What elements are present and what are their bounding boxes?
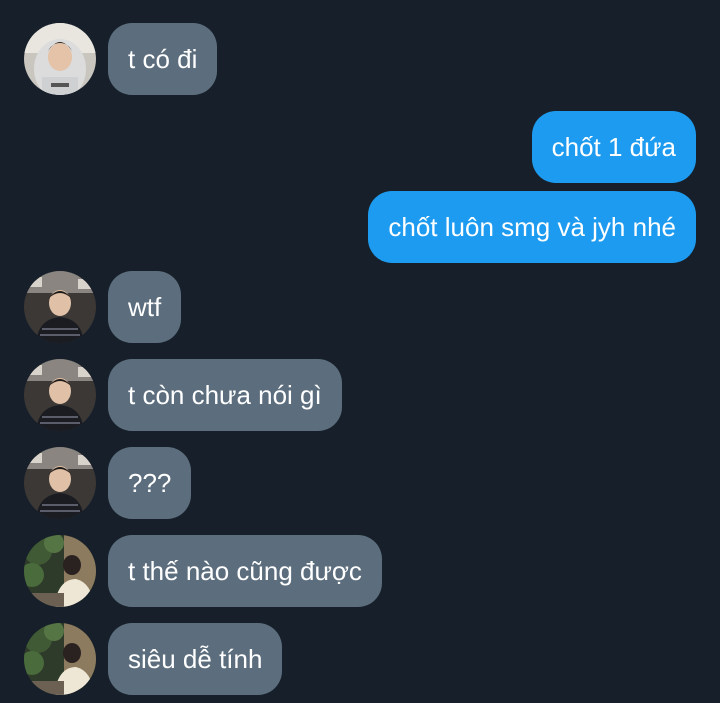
incoming-message-bubble[interactable]: ??? — [108, 447, 192, 519]
incoming-message-bubble[interactable]: wtf — [108, 271, 182, 343]
message-row: wtf — [0, 271, 720, 343]
avatar[interactable] — [24, 535, 96, 607]
message-row: chốt luôn smg và jyh nhé — [0, 191, 720, 263]
avatar[interactable] — [24, 359, 96, 431]
message-row: chốt 1 đứa — [0, 111, 720, 183]
incoming-message-bubble[interactable]: t còn chưa nói gì — [108, 359, 342, 431]
message-row: t thế nào cũng được — [0, 535, 720, 607]
avatar-dark-sweater-icon — [24, 271, 96, 343]
outgoing-message-bubble[interactable]: chốt 1 đứa — [531, 111, 696, 183]
incoming-message-bubble[interactable]: siêu dễ tính — [108, 623, 283, 695]
avatar[interactable] — [24, 23, 96, 95]
avatar-hoodie-icon — [24, 23, 96, 95]
message-row: t có đi — [0, 23, 720, 95]
chat-screen: { "messages": [ {"direction": "in", "ava… — [0, 0, 720, 703]
incoming-message-bubble[interactable]: t thế nào cũng được — [108, 535, 382, 607]
avatar-dark-sweater-icon — [24, 359, 96, 431]
message-row: t còn chưa nói gì — [0, 359, 720, 431]
avatar-dark-sweater-icon — [24, 447, 96, 519]
outgoing-message-bubble[interactable]: chốt luôn smg và jyh nhé — [368, 191, 696, 263]
avatar[interactable] — [24, 447, 96, 519]
avatar[interactable] — [24, 623, 96, 695]
message-row: ??? — [0, 447, 720, 519]
avatar-plants-icon — [24, 535, 96, 607]
message-row: siêu dễ tính — [0, 623, 720, 695]
avatar[interactable] — [24, 271, 96, 343]
avatar-plants-icon — [24, 623, 96, 695]
incoming-message-bubble[interactable]: t có đi — [108, 23, 218, 95]
